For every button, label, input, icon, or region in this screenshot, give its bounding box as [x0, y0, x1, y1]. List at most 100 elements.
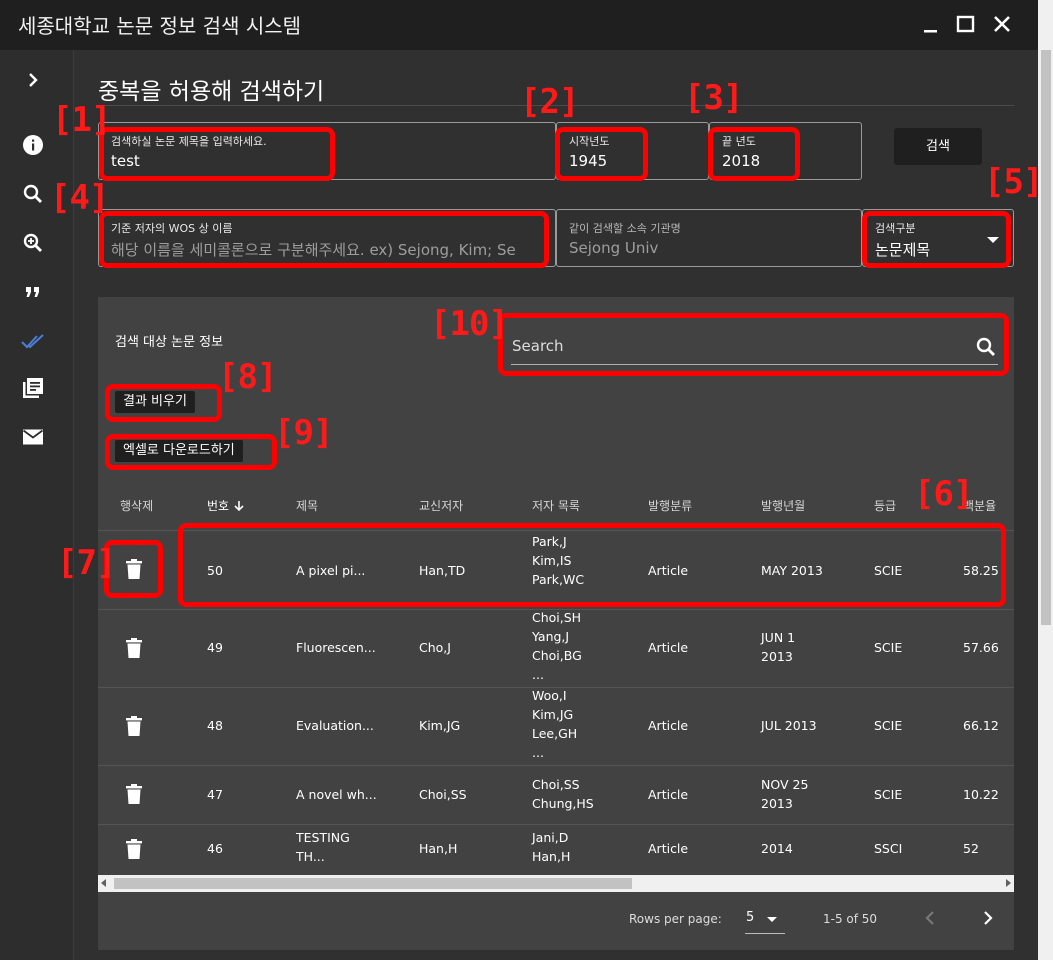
- page-title: 중복을 허용해 검색하기: [98, 79, 325, 105]
- zoom-in-icon[interactable]: [21, 231, 45, 255]
- author-name: Lee,GH: [532, 726, 578, 741]
- dropdown-arrow-icon[interactable]: [987, 237, 999, 243]
- cell-date: NOV 25 2013: [761, 775, 808, 813]
- title-field[interactable]: 검색하실 논문 제목을 입력하세요. test: [98, 122, 556, 180]
- cell-type: Article: [648, 563, 689, 578]
- annotation-label-2: [2]: [520, 82, 579, 122]
- col-number[interactable]: 번호: [207, 497, 245, 514]
- table-search-input[interactable]: Search: [511, 335, 998, 365]
- horizontal-scrollbar[interactable]: [98, 875, 1014, 892]
- annotation-label-8: [8]: [218, 357, 277, 397]
- scroll-right-arrow-icon[interactable]: [1006, 879, 1011, 887]
- end-year-value[interactable]: 2018: [722, 152, 760, 170]
- rows-per-page-label: Rows per page:: [629, 912, 722, 926]
- scrollbar-thumb[interactable]: [1041, 50, 1051, 625]
- search-button[interactable]: 검색: [894, 128, 982, 165]
- cell-grade: SCIE: [874, 787, 903, 802]
- cell-corresponding: Cho,J: [419, 640, 451, 655]
- title-field-label: 검색하실 논문 제목을 입력하세요.: [111, 135, 267, 148]
- start-year-label: 시작년도: [569, 135, 610, 148]
- cell-title: Evaluation...: [296, 718, 374, 733]
- minimize-icon[interactable]: [918, 10, 944, 38]
- cell-corresponding: Han,H: [419, 841, 458, 856]
- search-icon[interactable]: [21, 182, 45, 206]
- end-year-label: 끝 년도: [722, 135, 756, 148]
- col-date[interactable]: 발행년월: [761, 497, 805, 514]
- cell-grade: SCIE: [874, 718, 903, 733]
- cell-type: Article: [648, 640, 689, 655]
- title-line: TESTING: [296, 830, 350, 845]
- affiliation-field[interactable]: 같이 검색할 소속 기관명 Sejong Univ: [556, 209, 862, 267]
- title-line: TH...: [296, 849, 325, 864]
- next-page-icon[interactable]: [976, 906, 1000, 930]
- rows-per-page-value: 5: [746, 910, 755, 925]
- trash-icon[interactable]: [126, 559, 142, 579]
- close-icon[interactable]: [989, 10, 1015, 38]
- quote-icon[interactable]: [21, 280, 45, 304]
- author-name: Choi,SH: [532, 610, 582, 625]
- prev-page-icon[interactable]: [918, 906, 942, 930]
- table-row[interactable]: 46 TESTING TH... Han,H Jani,D Han,H Arti…: [98, 825, 1014, 875]
- table-row[interactable]: 48 Evaluation... Kim,JG Woo,I Kim,JG Lee…: [98, 688, 1014, 766]
- double-check-icon[interactable]: [21, 329, 45, 353]
- table-row[interactable]: 49 Fluorescen... Cho,J Choi,SH Yang,J Ch…: [98, 610, 1014, 688]
- col-corresponding[interactable]: 교신저자: [419, 497, 463, 514]
- author-name: ...: [532, 667, 544, 682]
- cell-authors: Choi,SH Yang,J Choi,BG ...: [532, 608, 582, 684]
- cell-percent: 10.22: [963, 787, 999, 802]
- annotation-label-7: [7]: [57, 543, 116, 583]
- col-number-label: 번호: [207, 499, 230, 513]
- annotation-label-4: [4]: [50, 178, 109, 218]
- window-title: 세종대학교 논문 정보 검색 시스템: [18, 14, 302, 38]
- start-year-value[interactable]: 1945: [569, 152, 607, 170]
- excel-download-button[interactable]: 엑셀로 다운로드하기: [115, 440, 243, 462]
- clear-results-button[interactable]: 결과 비우기: [115, 391, 195, 413]
- table-header: 행삭제 번호 제목 교신저자 저자 목록 발행분류 발행년월 등급 백분율: [98, 483, 1014, 531]
- trash-icon[interactable]: [126, 839, 142, 859]
- col-authors[interactable]: 저자 목록: [532, 497, 580, 514]
- cell-authors: Choi,SS Chung,HS: [532, 775, 594, 813]
- cell-date: JUL 2013: [761, 718, 817, 733]
- trash-icon[interactable]: [126, 784, 142, 804]
- cell-number: 48: [207, 718, 223, 733]
- cell-percent: 66.12: [963, 718, 999, 733]
- annotation-label-9: [9]: [274, 413, 333, 453]
- author-field-label: 기준 저자의 WOS 상 이름: [111, 222, 233, 235]
- vertical-scrollbar[interactable]: [1038, 0, 1053, 960]
- scroll-left-arrow-icon[interactable]: [101, 879, 106, 887]
- search-icon[interactable]: [974, 335, 998, 359]
- cell-date: 2014: [761, 841, 793, 856]
- rows-per-page-select[interactable]: 5: [745, 904, 785, 934]
- category-value[interactable]: 논문제목: [875, 239, 930, 260]
- trash-icon[interactable]: [126, 716, 142, 736]
- page-range: 1-5 of 50: [823, 912, 878, 926]
- library-books-icon[interactable]: [21, 376, 45, 400]
- title-field-value[interactable]: test: [111, 152, 140, 170]
- mail-icon[interactable]: [21, 425, 45, 449]
- scrollbar-thumb[interactable]: [114, 878, 632, 889]
- col-title[interactable]: 제목: [296, 497, 318, 514]
- author-field-placeholder[interactable]: 해당 이름을 세미콜론으로 구분해주세요. ex) Sejong, Kim; S…: [111, 239, 541, 260]
- col-type[interactable]: 발행분류: [648, 497, 692, 514]
- author-name: Kim,IS: [532, 553, 572, 568]
- maximize-icon[interactable]: [953, 10, 979, 38]
- cell-date: MAY 2013: [761, 563, 823, 578]
- affiliation-placeholder[interactable]: Sejong Univ: [569, 239, 658, 257]
- trash-icon[interactable]: [126, 638, 142, 658]
- table-row[interactable]: 47 A novel wh... Choi,SS Choi,SS Chung,H…: [98, 766, 1014, 825]
- end-year-field[interactable]: 끝 년도 2018: [709, 122, 862, 180]
- col-grade[interactable]: 등급: [874, 497, 896, 514]
- category-select[interactable]: 검색구분 논문제목: [862, 209, 1014, 267]
- annotation-label-5: [5]: [984, 162, 1043, 202]
- author-field[interactable]: 기준 저자의 WOS 상 이름 해당 이름을 세미콜론으로 구분해주세요. ex…: [98, 209, 556, 267]
- table-row[interactable]: 50 A pixel pi... Han,TD Park,J Kim,IS Pa…: [98, 531, 1014, 610]
- col-delete[interactable]: 행삭제: [120, 497, 153, 514]
- cell-percent: 58.25: [963, 563, 999, 578]
- table-search-placeholder[interactable]: Search: [512, 337, 564, 355]
- chevron-right-icon[interactable]: [21, 68, 45, 92]
- start-year-field[interactable]: 시작년도 1945: [556, 122, 709, 180]
- cell-percent: 52: [963, 841, 979, 856]
- info-icon[interactable]: [21, 133, 45, 157]
- cell-title: A novel wh...: [296, 787, 377, 802]
- cell-grade: SCIE: [874, 640, 903, 655]
